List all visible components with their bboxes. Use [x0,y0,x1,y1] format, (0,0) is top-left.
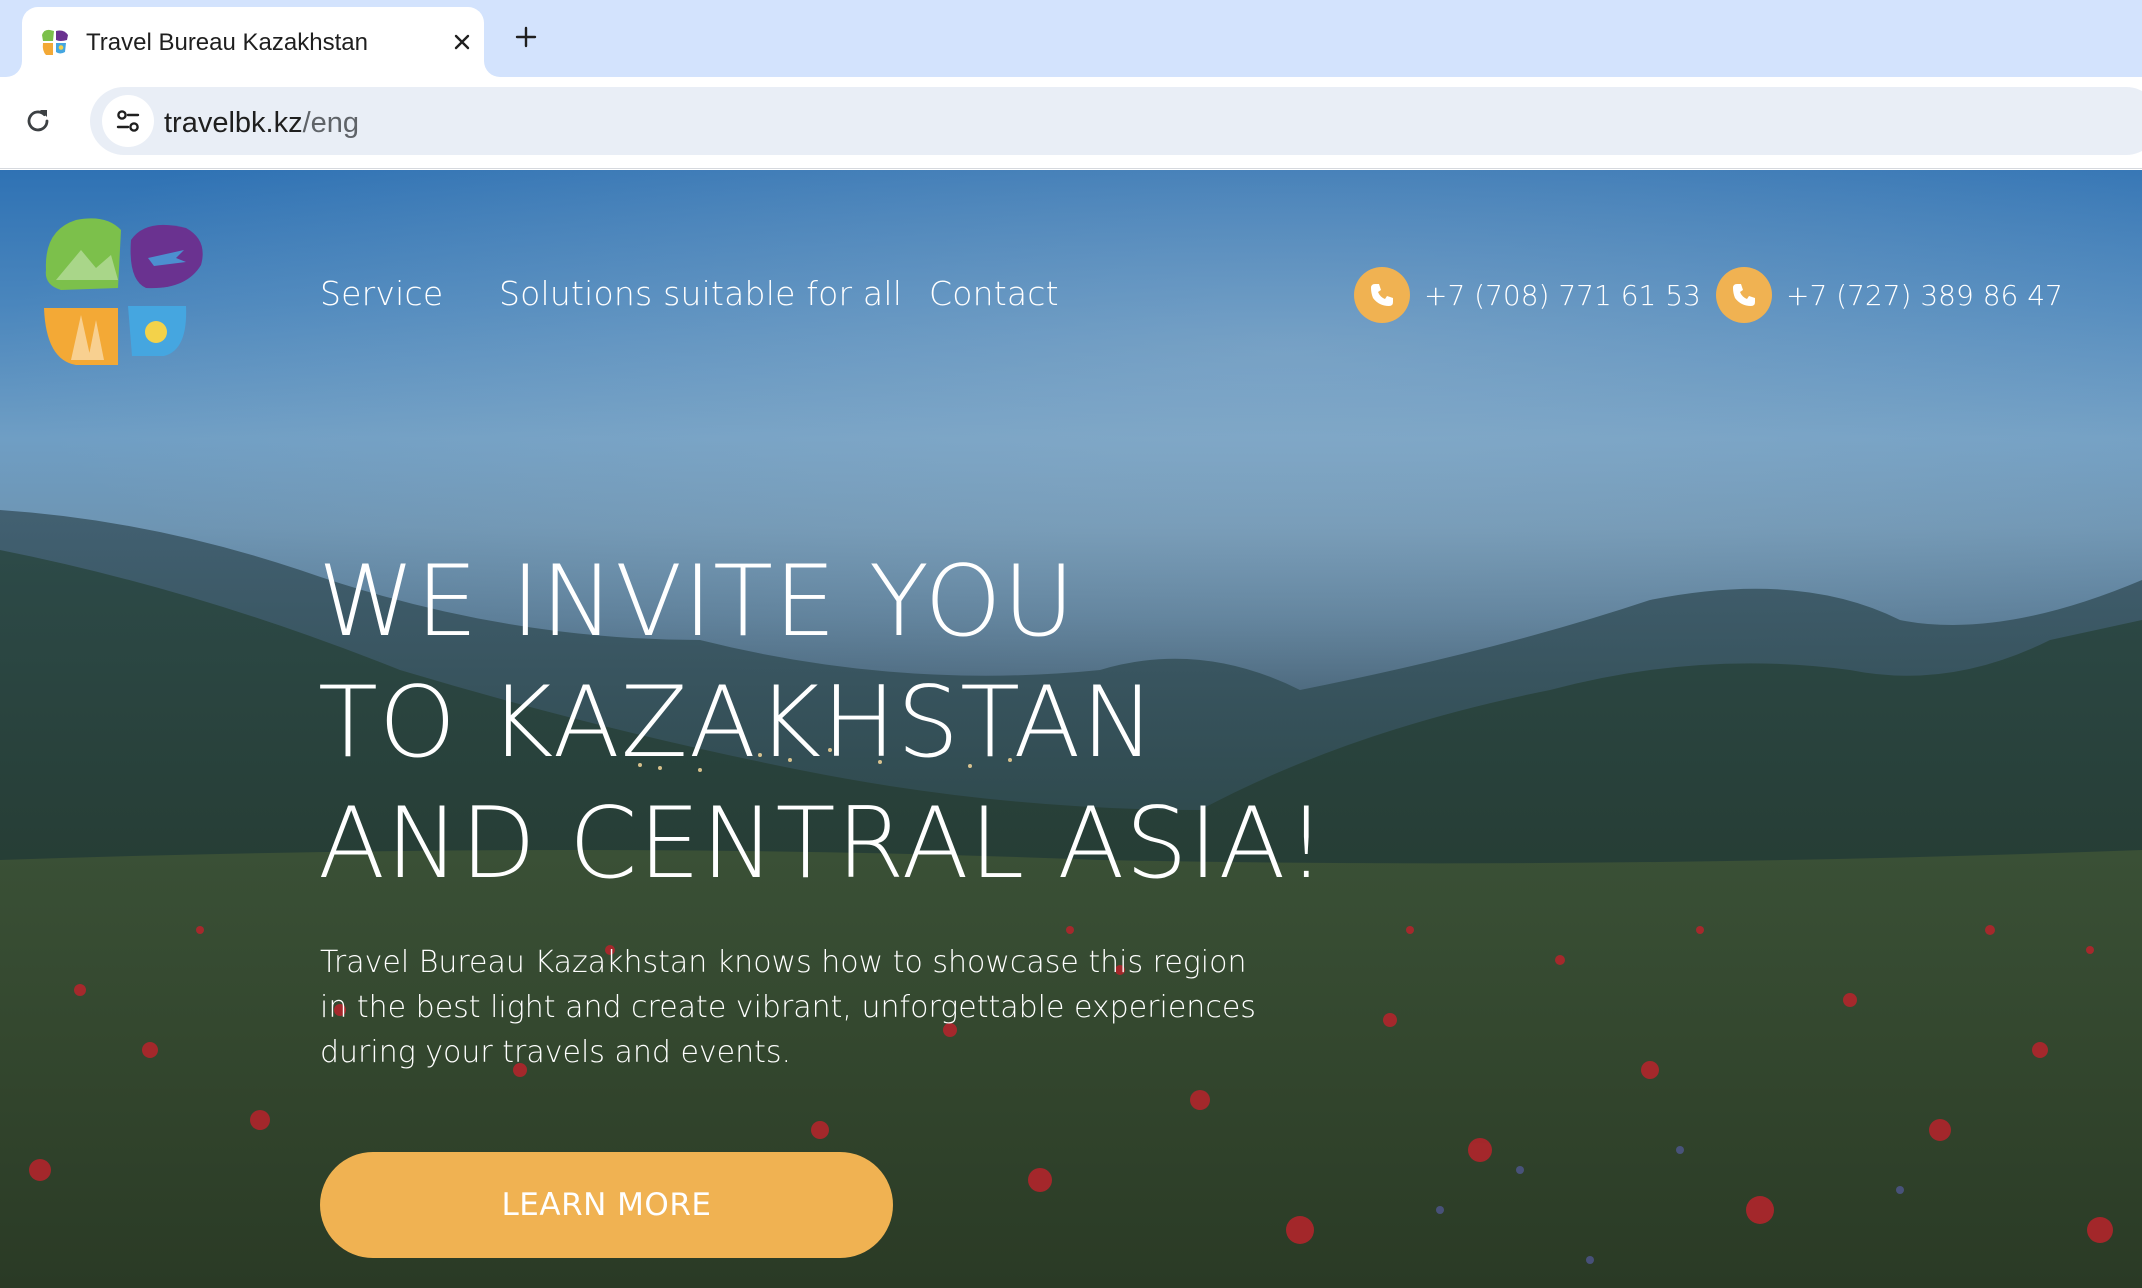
learn-more-button[interactable]: LEARN MORE [320,1152,893,1258]
url-text: travelbk.kz/eng [164,107,359,140]
hero-headline-line-2: TO KAZAKHSTAN [318,666,1156,780]
new-tab-button[interactable] [506,17,546,57]
hero-description: Travel Bureau Kazakhstan knows how to sh… [320,940,1280,1075]
nav-service-link[interactable]: Service [320,274,443,313]
hero-description-line-1: Travel Bureau Kazakhstan knows how to sh… [320,945,1247,980]
reload-icon [27,110,49,132]
hero-description-line-3: during your travels and events. [320,1035,792,1070]
phone-number-1: +7 (708) 771 61 53 [1424,278,1701,312]
phone-link-1[interactable]: +7 (708) 771 61 53 [1354,266,1701,324]
address-bar[interactable]: travelbk.kz/eng [90,87,2142,155]
site-logo[interactable] [36,210,206,370]
hero-headline: WE INVITE YOU TO KAZAKHSTAN AND CENTRAL … [318,542,1327,905]
url-path: /eng [302,107,360,139]
plus-icon [515,26,537,48]
hero-section: Service Solutions suitable for all Conta… [0,170,2142,1288]
browser-tab-active[interactable]: Travel Bureau Kazakhstan [22,7,484,77]
browser-tab-title: Travel Bureau Kazakhstan [86,29,368,56]
hero-headline-line-3: AND CENTRAL ASIA! [318,787,1327,901]
phone-icon [1716,267,1772,323]
phone-number-2: +7 (727) 389 86 47 [1786,278,2063,312]
nav-solutions-link[interactable]: Solutions suitable for all [499,274,902,313]
phone-icon [1354,267,1410,323]
tab-close-button[interactable] [444,24,480,60]
tune-icon [116,110,140,132]
hero-headline-line-1: WE INVITE YOU [318,545,1076,659]
phone-link-2[interactable]: +7 (727) 389 86 47 [1716,266,2063,324]
favicon-icon [42,29,68,55]
hero-description-line-2: in the best light and create vibrant, un… [320,990,1256,1025]
url-host: travelbk.kz [164,107,303,139]
browser-toolbar: travelbk.kz/eng [0,77,2142,169]
site-info-button[interactable] [102,95,154,147]
nav-contact-link[interactable]: Contact [929,274,1059,313]
reload-button[interactable] [18,101,58,141]
browser-tabstrip: Travel Bureau Kazakhstan [0,0,2142,77]
close-icon [454,34,470,50]
